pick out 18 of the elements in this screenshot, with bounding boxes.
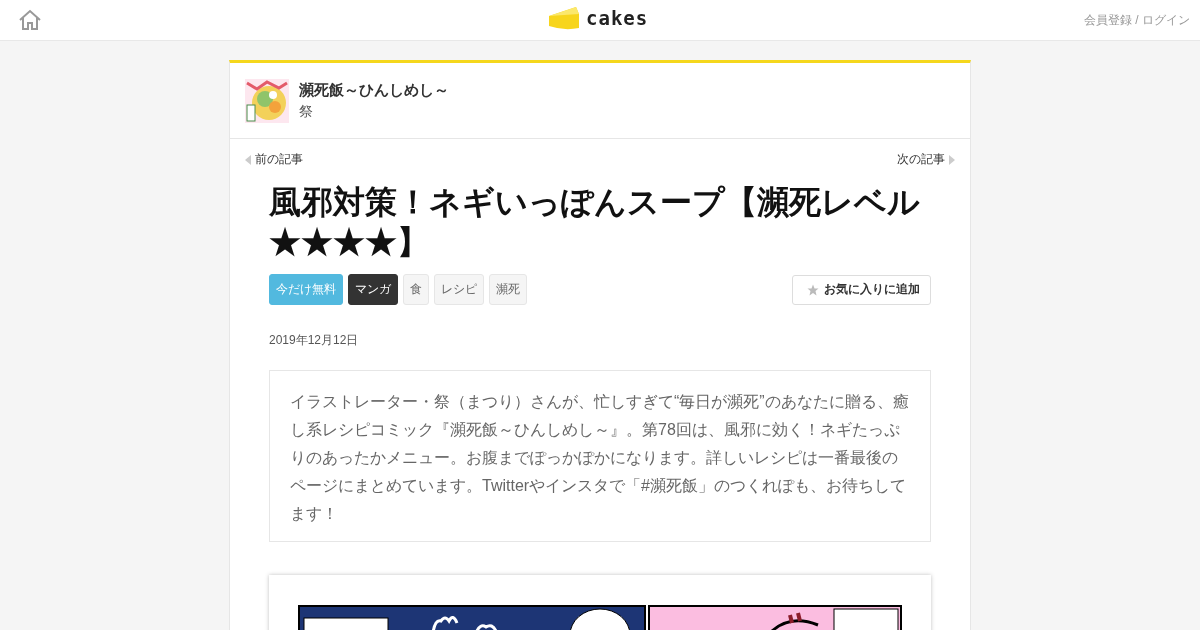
tag[interactable]: マンガ (348, 274, 398, 305)
publish-date: 2019年12月12日 (269, 332, 360, 349)
article-summary: イラストレーター・祭（まつり）さんが、忙しすぎて“毎日が瀕死”のあなたに贈る、癒し系レシピコミック『瀕死飯～ひんしめし～』。第78回は、風邪に効く！ネギたっぷりのあったかメニュー。お腹までぽっかぽかになります。詳しいレシピは一番最後のページにまとめています。Twitterやインスタで「#瀕死飯」のつくれぽも、お待ちしてます！ (269, 370, 931, 542)
cake-logo-icon[interactable] (548, 6, 580, 30)
right-triangle-icon (949, 154, 955, 165)
tag[interactable]: 瀕死 (489, 274, 527, 305)
author-name[interactable]: 祭 (299, 103, 449, 121)
next-article-link[interactable]: 次の記事 (897, 151, 955, 168)
prev-article-link[interactable]: 前の記事 (245, 151, 303, 168)
left-triangle-icon (245, 154, 251, 165)
series-title[interactable]: 瀕死飯～ひんしめし～ (299, 81, 449, 100)
article-title: 風邪対策！ネギいっぽんスープ【瀕死レベル★★★★】 (269, 183, 921, 262)
tag[interactable]: レシピ (434, 274, 484, 305)
home-icon[interactable] (18, 9, 42, 31)
logo-text[interactable]: cakes (586, 7, 649, 29)
tag[interactable]: 食 (403, 274, 429, 305)
favorite-button[interactable]: お気に入りに追加 (792, 274, 931, 305)
star-icon (807, 283, 819, 296)
